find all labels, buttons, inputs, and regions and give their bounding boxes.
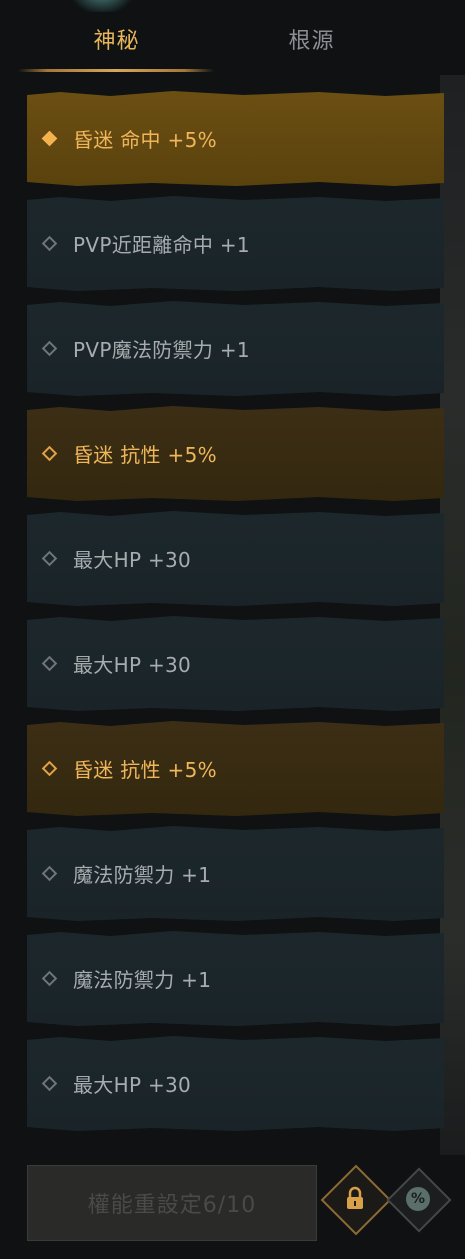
option-label: 昏迷 抗性 +5% <box>73 443 217 467</box>
active-tab-underline <box>18 69 214 72</box>
tab-origin[interactable]: 根源 <box>215 22 408 62</box>
option-label: 魔法防禦力 +1 <box>73 968 212 992</box>
option-item[interactable]: 昏迷 抗性 +5% <box>27 721 444 816</box>
diamond-icon <box>42 446 58 462</box>
option-label: 最大HP +30 <box>73 548 192 572</box>
diamond-icon <box>42 341 58 357</box>
option-item[interactable]: 昏迷 命中 +5% <box>27 91 444 186</box>
option-label: 魔法防禦力 +1 <box>73 863 212 887</box>
diamond-icon <box>42 1076 58 1092</box>
lock-icon <box>347 1186 363 1209</box>
option-item[interactable]: PVP近距離命中 +1 <box>27 196 444 291</box>
option-item[interactable]: 魔法防禦力 +1 <box>27 931 444 1026</box>
option-item[interactable]: 最大HP +30 <box>27 1036 444 1131</box>
percent-icon: % <box>406 1187 430 1211</box>
option-item[interactable]: PVP魔法防禦力 +1 <box>27 301 444 396</box>
tab-mystic[interactable]: 神秘 <box>20 22 213 62</box>
option-label: PVP近距離命中 +1 <box>73 233 250 257</box>
diamond-icon <box>42 761 58 777</box>
bottom-bar: 權能重設定6/10 % <box>0 1155 465 1259</box>
option-item[interactable]: 魔法防禦力 +1 <box>27 826 444 921</box>
diamond-icon <box>42 656 58 672</box>
option-item[interactable]: 昏迷 抗性 +5% <box>27 406 444 501</box>
emblem-icon <box>72 0 132 12</box>
option-label: 最大HP +30 <box>73 1073 192 1097</box>
diamond-icon <box>42 551 58 567</box>
option-label: 昏迷 抗性 +5% <box>73 758 217 782</box>
option-label: PVP魔法防禦力 +1 <box>73 338 250 362</box>
option-item[interactable]: 最大HP +30 <box>27 511 444 606</box>
option-label: 最大HP +30 <box>73 653 192 677</box>
diamond-icon <box>42 866 58 882</box>
reset-button[interactable]: 權能重設定6/10 <box>27 1165 317 1241</box>
diamond-icon <box>42 131 58 147</box>
diamond-icon <box>42 971 58 987</box>
tab-bar: 神秘 根源 <box>0 22 465 77</box>
option-item[interactable]: 最大HP +30 <box>27 616 444 711</box>
diamond-icon <box>42 236 58 252</box>
option-label: 昏迷 命中 +5% <box>73 128 217 152</box>
